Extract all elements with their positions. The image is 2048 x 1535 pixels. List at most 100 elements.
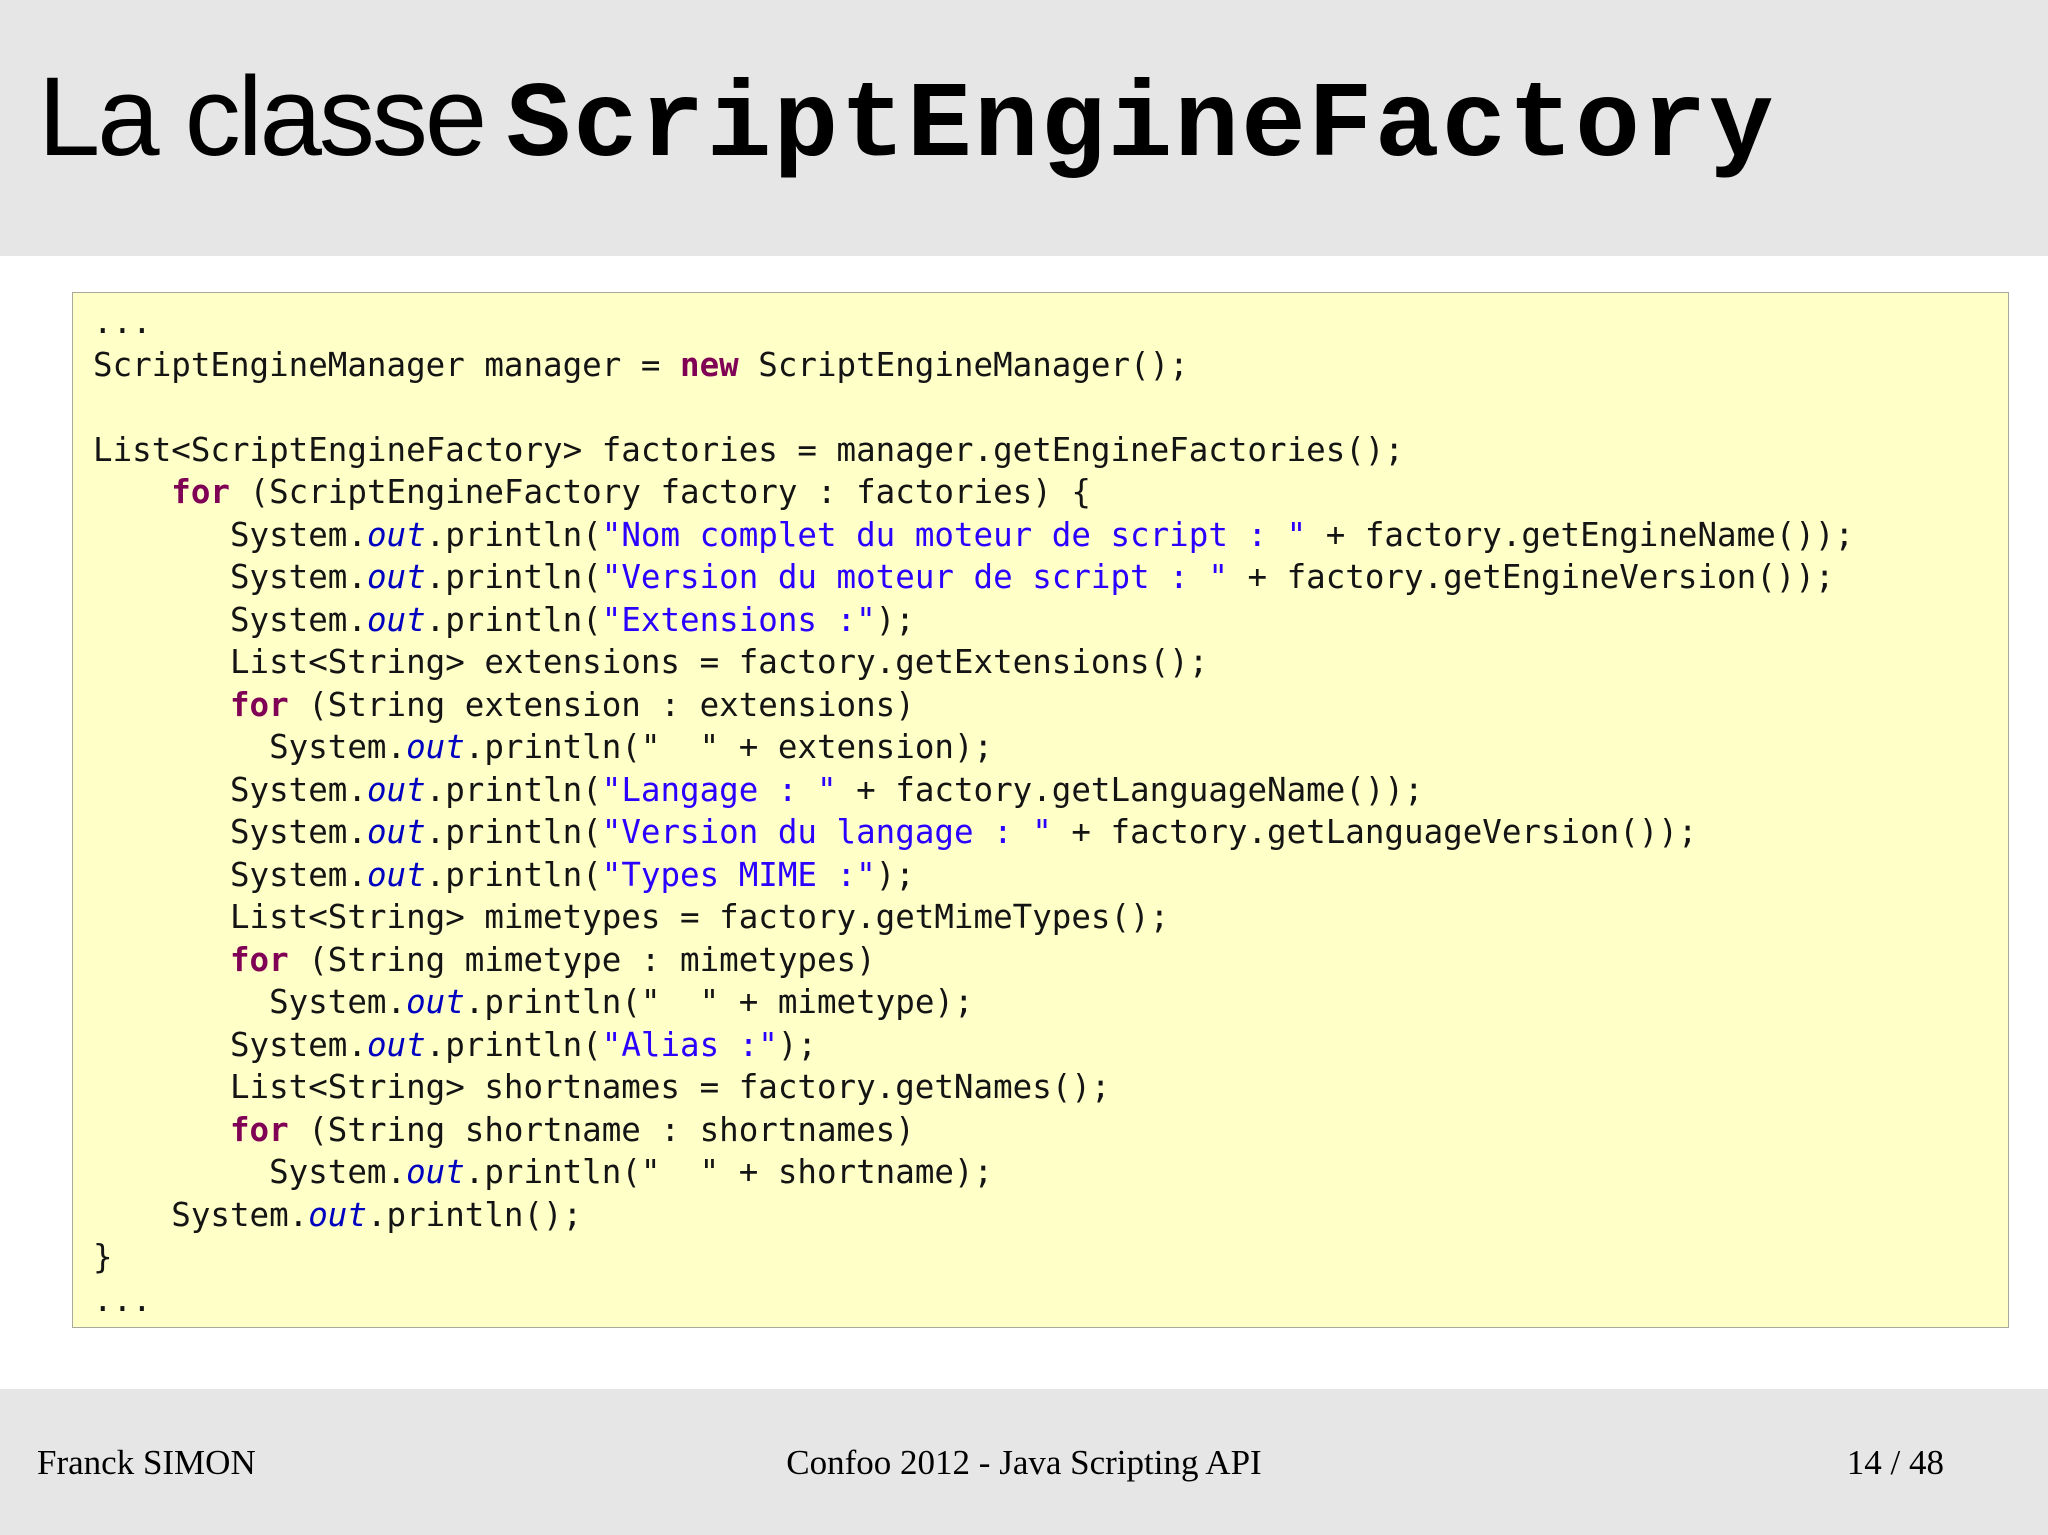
code-string: "Extensions :": [601, 600, 876, 639]
slide-title: La classe ScriptEngineFactory: [38, 52, 1776, 188]
code-token: .println(: [425, 1025, 602, 1064]
code-line: System.out.println();: [93, 1196, 582, 1234]
code-line: for (ScriptEngineFactory factory : facto…: [93, 473, 1091, 511]
code-block: ... ScriptEngineManager manager = new Sc…: [72, 292, 2009, 1328]
code-keyword: for: [171, 473, 230, 511]
code-token: + factory.getLanguageVersion());: [1051, 813, 1698, 851]
code-string: "Version du langage : ": [601, 813, 1052, 851]
code-line: List<String> extensions = factory.getExt…: [93, 643, 1208, 681]
code-token: );: [777, 1025, 817, 1064]
code-field: out: [366, 600, 426, 639]
code-field: out: [406, 728, 465, 766]
code-string: "Nom complet du moteur de script : ": [601, 515, 1307, 554]
code-line: System.out.println("Nom complet du moteu…: [93, 516, 1854, 554]
code-token: List<ScriptEngineFactory> factories = ma…: [93, 430, 1404, 469]
code-field: out: [366, 558, 426, 596]
code-token: + factory.getEngineName());: [1306, 515, 1855, 554]
code-token: System.: [93, 600, 367, 639]
code-token: System.: [93, 1195, 309, 1234]
code-keyword: for: [229, 1110, 289, 1149]
code-line: System.out.println("Types MIME :");: [93, 856, 915, 894]
code-token: ScriptEngineManager manager =: [93, 345, 680, 384]
code-string: "Version du moteur de script : ": [601, 558, 1228, 596]
code-token: System.: [93, 1153, 407, 1191]
footer-event: Confoo 2012 - Java Scripting API: [786, 1443, 1262, 1482]
code-token: System.: [93, 558, 367, 596]
code-token: (ScriptEngineFactory factory : factories…: [229, 473, 1091, 511]
code-token: .println(: [425, 770, 602, 809]
code-line: List<String> shortnames = factory.getNam…: [93, 1068, 1111, 1106]
code-line: ScriptEngineManager manager = new Script…: [93, 346, 1189, 384]
code-line: ...: [93, 1281, 152, 1319]
code-token: List<String> extensions = factory.getExt…: [93, 643, 1209, 681]
code-token: + factory.getEngineVersion());: [1227, 558, 1835, 596]
code-token: System.: [93, 855, 367, 894]
code-string: "Langage : ": [601, 770, 837, 809]
code-token: System.: [93, 728, 407, 766]
code-string: "Types MIME :": [601, 855, 876, 894]
code-line: }: [93, 1238, 113, 1276]
code-token: .println(" " + shortname);: [464, 1153, 994, 1191]
code-token: System.: [93, 813, 367, 851]
code-token: .println(: [425, 558, 602, 596]
code-token: (String extension : extensions): [288, 685, 915, 724]
code-line: List<String> mimetypes = factory.getMime…: [93, 898, 1169, 936]
code-line: ...: [93, 303, 152, 341]
code-token: .println(: [425, 515, 602, 554]
code-line: System.out.println("Version du langage :…: [93, 813, 1698, 851]
code-field: out: [366, 855, 426, 894]
code-token: .println(" " + mimetype);: [464, 983, 974, 1021]
code-token: );: [875, 855, 915, 894]
slide-title-text: La classe: [38, 54, 487, 179]
code-line: System.out.println("Langage : " + factor…: [93, 771, 1424, 809]
code-line: for (String mimetype : mimetypes): [93, 941, 876, 979]
code-token: + factory.getLanguageName());: [836, 770, 1424, 809]
code-token: (String shortname : shortnames): [288, 1110, 915, 1149]
code-token: .println(" " + extension);: [464, 728, 994, 766]
code-field: out: [308, 1195, 367, 1234]
code-token: System.: [93, 770, 367, 809]
code-token: System.: [93, 515, 367, 554]
code-line: System.out.println(" " + extension);: [93, 728, 993, 766]
code-field: out: [366, 515, 426, 554]
code-field: out: [406, 1153, 465, 1191]
code-token: System.: [93, 1025, 367, 1064]
code-token: .println(: [425, 855, 602, 894]
code-listing: ... ScriptEngineManager manager = new Sc…: [93, 301, 1854, 1321]
code-line: System.out.println("Extensions :");: [93, 601, 915, 639]
code-line: for (String extension : extensions): [93, 686, 915, 724]
code-keyword: new: [680, 345, 739, 384]
code-token: System.: [93, 983, 407, 1021]
code-line: System.out.println(" " + mimetype);: [93, 983, 974, 1021]
slide-title-code: ScriptEngineFactory: [506, 66, 1776, 188]
code-field: out: [366, 813, 426, 851]
code-keyword: for: [229, 940, 289, 979]
code-line: System.out.println(" " + shortname);: [93, 1153, 993, 1191]
code-token: List<String> shortnames = factory.getNam…: [93, 1068, 1111, 1106]
slide-header: La classe ScriptEngineFactory: [0, 0, 2048, 256]
code-token: ScriptEngineManager();: [738, 345, 1189, 384]
slide-footer: Franck SIMON Confoo 2012 - Java Scriptin…: [0, 1389, 2048, 1535]
code-field: out: [366, 770, 426, 809]
code-keyword: for: [229, 685, 289, 724]
code-token: ...: [93, 1280, 152, 1319]
code-token: (String mimetype : mimetypes): [288, 940, 876, 979]
code-token: }: [93, 1238, 113, 1276]
code-field: out: [406, 983, 465, 1021]
code-line: System.out.println("Alias :");: [93, 1026, 817, 1064]
code-line: List<ScriptEngineFactory> factories = ma…: [93, 431, 1404, 469]
code-token: .println(: [425, 600, 602, 639]
code-token: List<String> mimetypes = factory.getMime…: [93, 898, 1170, 936]
code-token: );: [875, 600, 915, 639]
code-line: for (String shortname : shortnames): [93, 1111, 915, 1149]
code-field: out: [366, 1025, 426, 1064]
code-token: .println();: [366, 1195, 583, 1234]
code-line: System.out.println("Version du moteur de…: [93, 558, 1835, 596]
footer-page-number: 14 / 48: [1846, 1443, 1944, 1482]
code-string: "Alias :": [601, 1025, 778, 1064]
code-token: .println(: [425, 813, 602, 851]
